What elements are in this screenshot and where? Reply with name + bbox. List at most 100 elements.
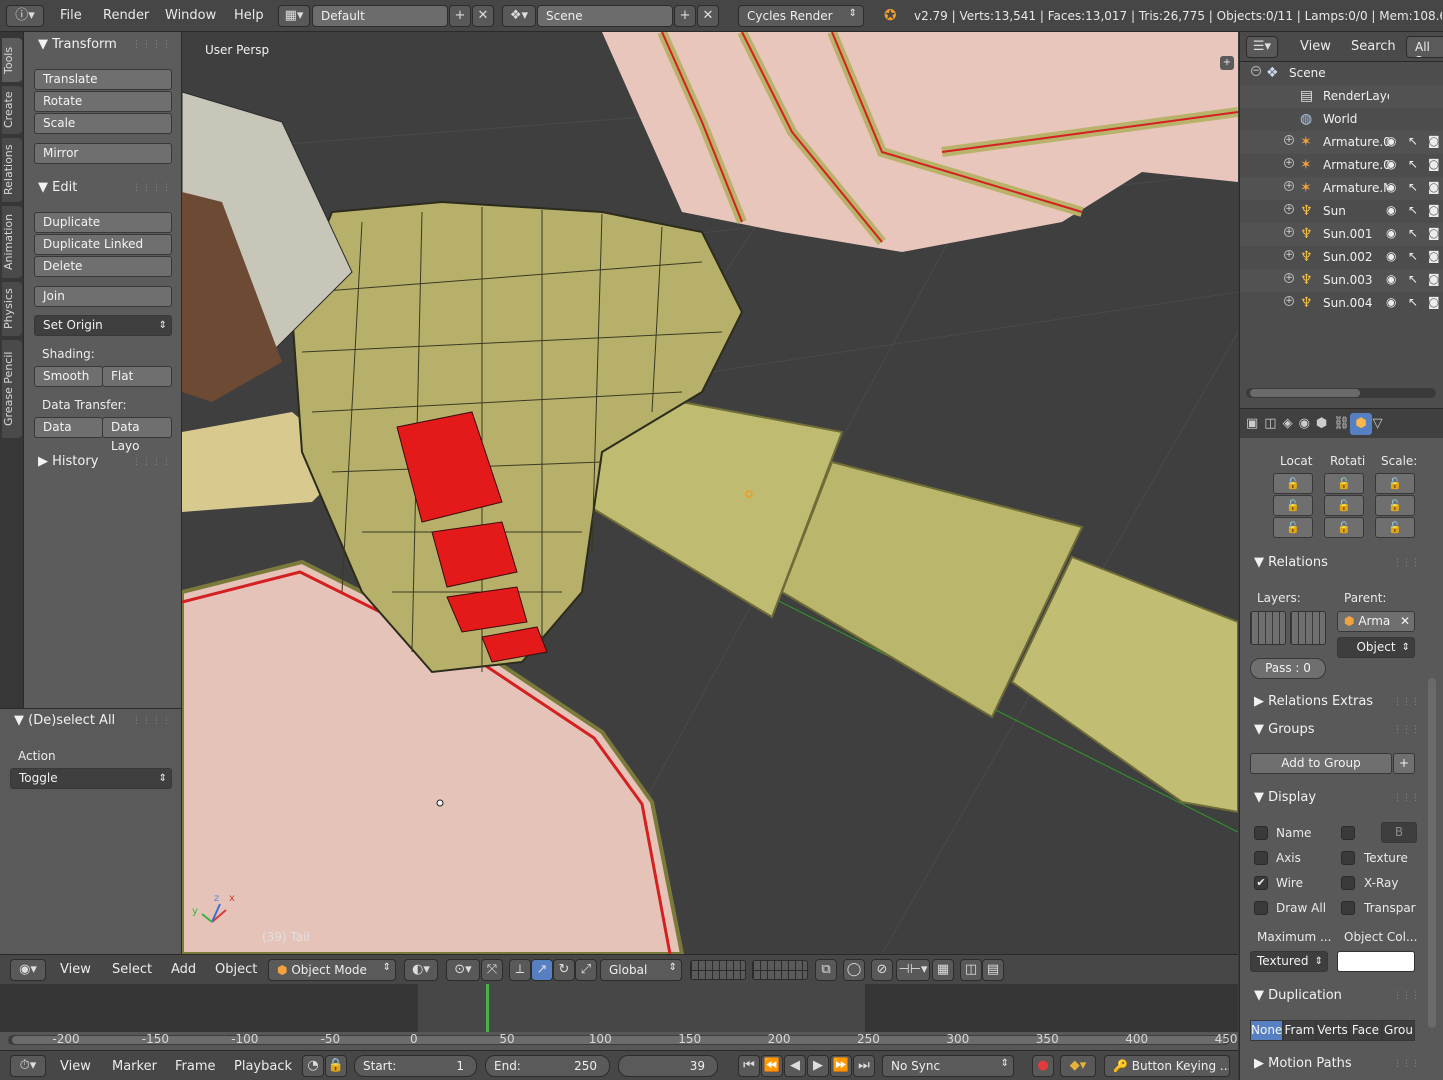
groups-panel-header[interactable]: ▼ Groups ⋮⋮⋮	[1240, 718, 1420, 742]
render-icon[interactable]: ◙	[1428, 180, 1440, 194]
duplication-option-grou[interactable]: Grou	[1382, 1020, 1415, 1041]
opengl-render-animation-icon[interactable]: ▤	[982, 959, 1004, 981]
outliner-item-label[interactable]: Sun.004	[1323, 296, 1373, 310]
viewport-shading-icon[interactable]: ◐▾	[404, 959, 438, 981]
properties-toggle-icon[interactable]: +	[1220, 56, 1234, 70]
transform-lock-icon[interactable]: 🔓	[1375, 495, 1415, 516]
outliner-row[interactable]: + ♆ Sun.001 ◉ ↖ ◙	[1240, 223, 1443, 246]
add-scene-icon[interactable]: +	[674, 5, 696, 27]
frame-menu[interactable]: Frame	[175, 1059, 216, 1074]
outliner-view-menu[interactable]: View	[1300, 39, 1331, 54]
auto-keying-icon[interactable]: ●	[1032, 1055, 1054, 1077]
outliner-item-label[interactable]: Armature.0	[1323, 158, 1389, 172]
layers-grid-2[interactable]	[1290, 611, 1326, 645]
outliner-search-menu[interactable]: Search	[1351, 39, 1396, 54]
menu-window[interactable]: Window	[165, 8, 216, 23]
duplication-option-none[interactable]: None	[1250, 1020, 1283, 1041]
draw-all-checkbox[interactable]	[1254, 901, 1268, 915]
jump-end-icon[interactable]: ⏭	[853, 1055, 875, 1077]
editor-type-timeline-icon[interactable]: ⏱▾	[10, 1055, 46, 1077]
render-icon[interactable]: ◙	[1428, 295, 1440, 309]
cursor-restrict-icon[interactable]: ↖	[1408, 249, 1418, 263]
lock-layers-icon[interactable]: ⧉	[815, 959, 837, 981]
outliner-row[interactable]: + ✶ Armature.0 ◉ ↖ ◙	[1240, 131, 1443, 154]
tab-create[interactable]: Create	[2, 86, 22, 134]
set-origin-select[interactable]: Set Origin ⇕	[34, 315, 172, 336]
proportional-edit-icon[interactable]: ⊘	[871, 959, 893, 981]
join-button[interactable]: Join	[34, 286, 172, 307]
axis-checkbox[interactable]	[1254, 851, 1268, 865]
add-group-icon[interactable]: +	[1393, 753, 1415, 774]
screen-layout-icon[interactable]: ▦▾	[278, 5, 310, 27]
scale-button[interactable]: Scale	[34, 113, 172, 134]
end-frame-field[interactable]: End: 250	[485, 1055, 610, 1077]
transform-lock-icon[interactable]: 🔓	[1273, 495, 1313, 516]
scene-layers-grid-2[interactable]	[752, 960, 808, 980]
remove-layout-icon[interactable]: ✕	[472, 5, 494, 27]
scale-manipulator-icon[interactable]: ⤢	[575, 959, 597, 981]
duplication-option-face[interactable]: Face	[1349, 1020, 1382, 1041]
sync-mode-select[interactable]: No Sync ⇕	[882, 1055, 1014, 1077]
relations-extras-panel-header[interactable]: ▶ Relations Extras ⋮⋮⋮	[1240, 690, 1420, 714]
current-frame-field[interactable]: 39	[618, 1055, 718, 1077]
render-icon[interactable]: ◙	[1428, 272, 1440, 286]
eye-icon[interactable]: ◉	[1386, 295, 1396, 309]
operator-panel-header[interactable]: ▼ (De)select All ⋮⋮⋮⋮	[0, 709, 182, 733]
outliner-editor-icon[interactable]: ☰▾	[1246, 36, 1278, 58]
render-icon[interactable]: ◙	[1428, 226, 1440, 240]
history-panel-header[interactable]: ▶ History ⋮⋮⋮⋮	[24, 450, 182, 474]
orientation-select[interactable]: Global ⇕	[600, 959, 682, 981]
smooth-button[interactable]: Smooth	[34, 366, 103, 387]
render-icon[interactable]: ◙	[1428, 134, 1440, 148]
transform-lock-icon[interactable]: 🔓	[1375, 517, 1415, 538]
tab-animation[interactable]: Animation	[2, 206, 22, 278]
transform-panel-header[interactable]: ▼ Transform ⋮⋮⋮⋮	[24, 33, 182, 57]
edit-panel-header[interactable]: ▼ Edit ⋮⋮⋮⋮	[24, 176, 182, 200]
outliner-item-label[interactable]: Sun	[1323, 204, 1346, 218]
cursor-restrict-icon[interactable]: ↖	[1408, 272, 1418, 286]
play-icon[interactable]: ▶	[807, 1055, 829, 1077]
outliner-row[interactable]: + ♆ Sun.002 ◉ ↖ ◙	[1240, 246, 1443, 269]
cursor-restrict-icon[interactable]: ↖	[1408, 134, 1418, 148]
outliner-item-label[interactable]: World	[1323, 112, 1357, 126]
select-menu[interactable]: Select	[112, 962, 152, 977]
outliner-row[interactable]: ▤ RenderLaye	[1240, 85, 1443, 108]
relations-panel-header[interactable]: ▼ Relations ⋮⋮⋮	[1240, 551, 1420, 575]
outliner-item-label[interactable]: Scene	[1289, 66, 1326, 80]
lock-range-icon[interactable]: 🔒	[325, 1055, 347, 1077]
duplicate-linked-button[interactable]: Duplicate Linked	[34, 234, 172, 255]
add-layout-icon[interactable]: +	[449, 5, 471, 27]
current-frame-line[interactable]	[486, 984, 489, 1032]
expand-icon[interactable]: +	[1284, 204, 1294, 214]
render-only-icon[interactable]: ◯	[843, 959, 865, 981]
outliner-row[interactable]: + ✶ Armature.M ◉ ↖ ◙	[1240, 177, 1443, 200]
display-panel-header[interactable]: ▼ Display ⋮⋮⋮	[1240, 786, 1420, 810]
expand-icon[interactable]: +	[1284, 158, 1294, 168]
data-transfer-button[interactable]: Data	[34, 417, 103, 438]
rotate-manipulator-icon[interactable]: ↻	[553, 959, 575, 981]
tab-relations[interactable]: Relations	[2, 138, 22, 202]
eye-icon[interactable]: ◉	[1386, 180, 1396, 194]
wing-upper[interactable]	[602, 32, 1238, 252]
view-menu[interactable]: View	[60, 962, 91, 977]
eye-icon[interactable]: ◉	[1386, 226, 1396, 240]
viewport-scene[interactable]	[182, 32, 1238, 954]
scrollbar-thumb[interactable]	[1250, 389, 1360, 397]
start-frame-field[interactable]: Start: 1	[354, 1055, 477, 1077]
add-menu[interactable]: Add	[171, 962, 196, 977]
eye-icon[interactable]: ◉	[1386, 203, 1396, 217]
expand-icon[interactable]: +	[1284, 250, 1294, 260]
object-properties-tab-icon[interactable]: ⬢	[1350, 413, 1372, 435]
transform-lock-icon[interactable]: 🔓	[1324, 473, 1364, 494]
editor-type-3d-icon[interactable]: ◉▾	[10, 959, 46, 981]
eye-icon[interactable]: ◉	[1386, 157, 1396, 171]
texture-space-checkbox[interactable]	[1341, 851, 1355, 865]
layers-grid-1[interactable]	[1250, 611, 1286, 645]
outliner-filter-select[interactable]: All Sc	[1406, 36, 1443, 58]
marker-menu[interactable]: Marker	[112, 1059, 157, 1074]
keying-type-icon[interactable]: ◆▾	[1060, 1055, 1096, 1077]
bounds-checkbox[interactable]	[1341, 826, 1355, 840]
tab-grease-pencil[interactable]: Grease Pencil	[2, 340, 22, 438]
cursor-restrict-icon[interactable]: ↖	[1408, 203, 1418, 217]
name-checkbox[interactable]	[1254, 826, 1268, 840]
